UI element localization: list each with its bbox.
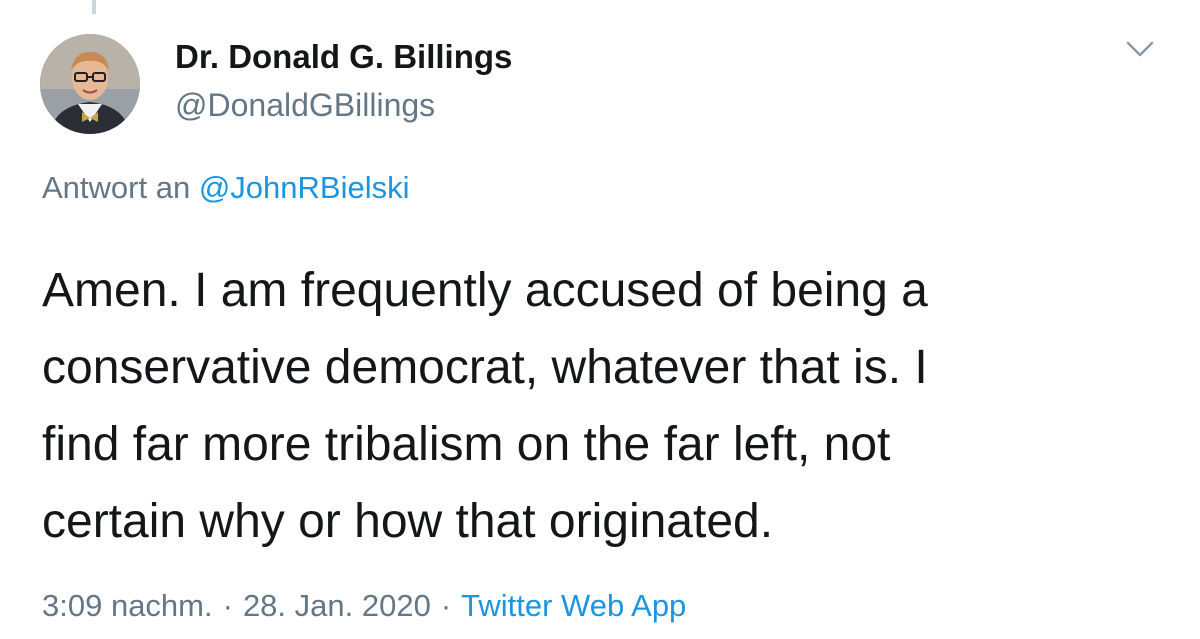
profile-photo-icon [40,34,140,134]
chevron-down-icon [1126,41,1154,57]
thread-connector-line [92,0,96,14]
tweet-time[interactable]: 3:09 nachm. [42,588,213,623]
avatar[interactable] [40,34,140,134]
source-app-link[interactable]: Twitter Web App [461,588,686,623]
tweet-date[interactable]: 28. Jan. 2020 [243,588,431,623]
reply-to-mention-link[interactable]: @JohnRBielski [199,170,410,205]
author-handle[interactable]: @DonaldGBillings [175,87,435,124]
separator-dot-2: · [440,588,452,623]
reply-prefix: Antwort an [42,170,191,205]
separator-dot: · [222,588,233,623]
tweet-menu-button[interactable] [1122,34,1158,64]
reply-context: Antwort an @JohnRBielski [42,170,410,206]
author-name[interactable]: Dr. Donald G. Billings [175,38,512,76]
tweet-text: Amen. I am frequently accused of being a… [42,264,928,548]
tweet-metadata: 3:09 nachm. · 28. Jan. 2020 · Twitter Web Ap… [42,588,686,624]
